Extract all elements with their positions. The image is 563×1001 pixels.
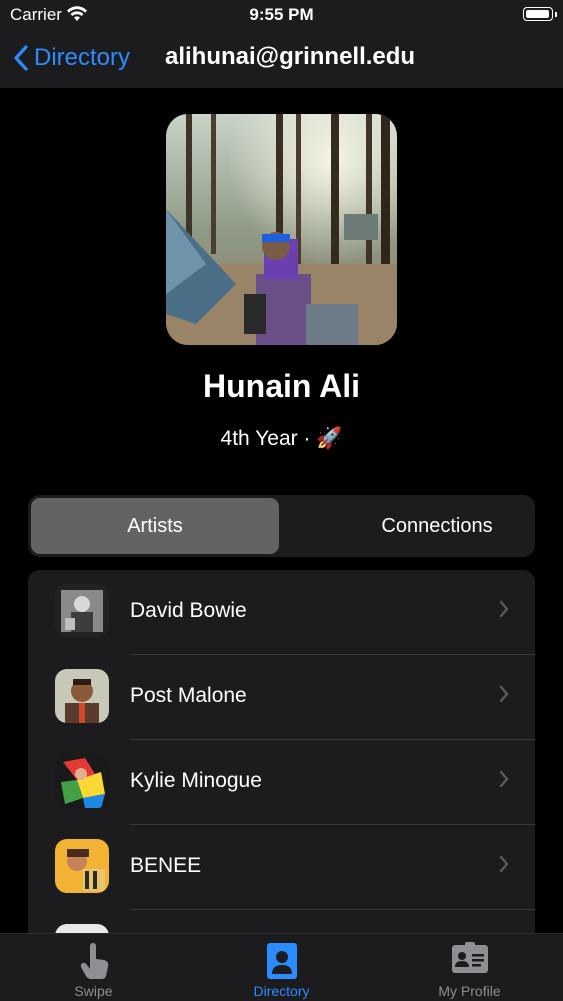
tab-my-profile-label: My Profile (438, 983, 501, 999)
back-button[interactable]: Directory (14, 40, 130, 76)
tab-bar: Swipe Directory My Profile (0, 933, 563, 1001)
artist-name: David Bowie (130, 599, 247, 622)
tab-directory-label: Directory (253, 983, 310, 999)
artist-thumbnail (55, 669, 109, 723)
chevron-right-icon (499, 855, 509, 873)
artist-thumbnail (55, 839, 109, 893)
battery-cap (555, 12, 557, 17)
profile-year: 4th Year · 🚀 (220, 427, 343, 450)
list-item[interactable]: Kylie Minogue (28, 740, 535, 825)
clock: 9:55 PM (249, 5, 314, 24)
list-item[interactable]: Post Malone (28, 655, 535, 740)
artist-thumbnail (55, 754, 109, 808)
tab-swipe-label: Swipe (74, 983, 113, 999)
battery-icon (523, 7, 553, 21)
artist-name: BENEE (130, 854, 202, 877)
profile-name: Hunain Ali (202, 368, 361, 404)
back-button-label: Directory (34, 44, 131, 71)
segment-artists[interactable]: Artists (31, 498, 279, 554)
profile-photo (166, 114, 397, 345)
list-item[interactable]: BENEE (28, 825, 535, 910)
contact-card-icon (266, 943, 297, 979)
status-bar: Carrier 9:55 PM (0, 0, 563, 30)
artist-name: Kylie Minogue (130, 769, 262, 792)
hand-pointer-icon (80, 943, 108, 979)
segment-connections[interactable]: Connections (313, 498, 561, 554)
tab-my-profile[interactable]: My Profile (376, 934, 563, 1001)
navigation-bar: Directory alihunai@grinnell.edu (0, 30, 563, 88)
chevron-right-icon (499, 685, 509, 703)
chevron-left-icon (14, 45, 28, 71)
tab-directory[interactable]: Directory (188, 934, 375, 1001)
artist-thumbnail (55, 584, 109, 638)
chevron-right-icon (499, 600, 509, 618)
segmented-control: Artists Connections (28, 495, 535, 557)
tab-swipe[interactable]: Swipe (0, 934, 187, 1001)
battery-level (526, 10, 549, 18)
chevron-right-icon (499, 770, 509, 788)
id-card-icon (451, 942, 488, 973)
artists-list: David Bowie Post Malone Kylie Minogue BE… (28, 570, 535, 950)
list-item[interactable]: David Bowie (28, 570, 535, 655)
artist-name: Post Malone (130, 684, 247, 707)
nav-title: alihunai@grinnell.edu (165, 43, 416, 70)
